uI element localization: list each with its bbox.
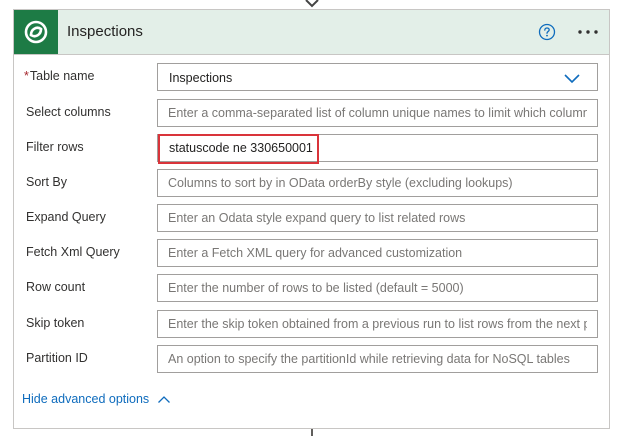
row-sort-by: Sort By (14, 169, 609, 197)
filter-rows-input[interactable] (158, 135, 597, 161)
row-fetch-xml: Fetch Xml Query (14, 239, 609, 267)
connector-line (311, 429, 313, 436)
more-ellipsis-icon[interactable] (575, 22, 601, 42)
row-skip-token: Skip token (14, 310, 609, 338)
row-partition-id: Partition ID (14, 345, 609, 373)
table-name-select[interactable]: Inspections (157, 63, 598, 91)
dataverse-icon (14, 10, 58, 54)
filter-rows-field (157, 134, 598, 162)
row-select-columns: Select columns (14, 99, 609, 127)
expand-query-input[interactable] (158, 205, 597, 231)
label-sort-by: Sort By (26, 175, 67, 189)
action-card: Inspections *Table name Inspections Sele… (13, 9, 610, 429)
label-row-count: Row count (26, 280, 86, 294)
label-fetch-xml: Fetch Xml Query (26, 245, 120, 259)
sort-by-input[interactable] (158, 170, 597, 196)
partition-id-field (157, 345, 598, 373)
row-count-input[interactable] (158, 275, 597, 301)
row-row-count: Row count (14, 274, 609, 302)
card-header[interactable]: Inspections (14, 10, 609, 55)
fetch-xml-input[interactable] (158, 240, 597, 266)
row-expand-query: Expand Query (14, 204, 609, 232)
select-columns-field (157, 99, 598, 127)
sort-by-field (157, 169, 598, 197)
label-table-name: *Table name (24, 69, 95, 83)
help-circle-icon[interactable] (538, 23, 556, 41)
label-partition-id: Partition ID (26, 351, 88, 365)
expand-query-field (157, 204, 598, 232)
label-select-columns: Select columns (26, 105, 111, 119)
select-columns-input[interactable] (158, 100, 597, 126)
chevron-up-icon (158, 395, 171, 403)
row-count-field (157, 274, 598, 302)
table-name-value: Inspections (169, 71, 233, 85)
skip-token-input[interactable] (158, 311, 597, 337)
hide-advanced-options-label: Hide advanced options (22, 392, 150, 406)
card-title: Inspections (67, 23, 143, 40)
partition-id-input[interactable] (158, 346, 597, 372)
label-filter-rows: Filter rows (26, 140, 84, 154)
fetch-xml-field (157, 239, 598, 267)
skip-token-field (157, 310, 598, 338)
label-expand-query: Expand Query (26, 210, 106, 224)
hide-advanced-options-link[interactable]: Hide advanced options (22, 392, 171, 406)
label-skip-token: Skip token (26, 316, 85, 330)
row-filter-rows: Filter rows (14, 134, 609, 162)
chevron-down-icon[interactable] (563, 72, 581, 84)
row-table-name: *Table name Inspections (14, 63, 609, 91)
